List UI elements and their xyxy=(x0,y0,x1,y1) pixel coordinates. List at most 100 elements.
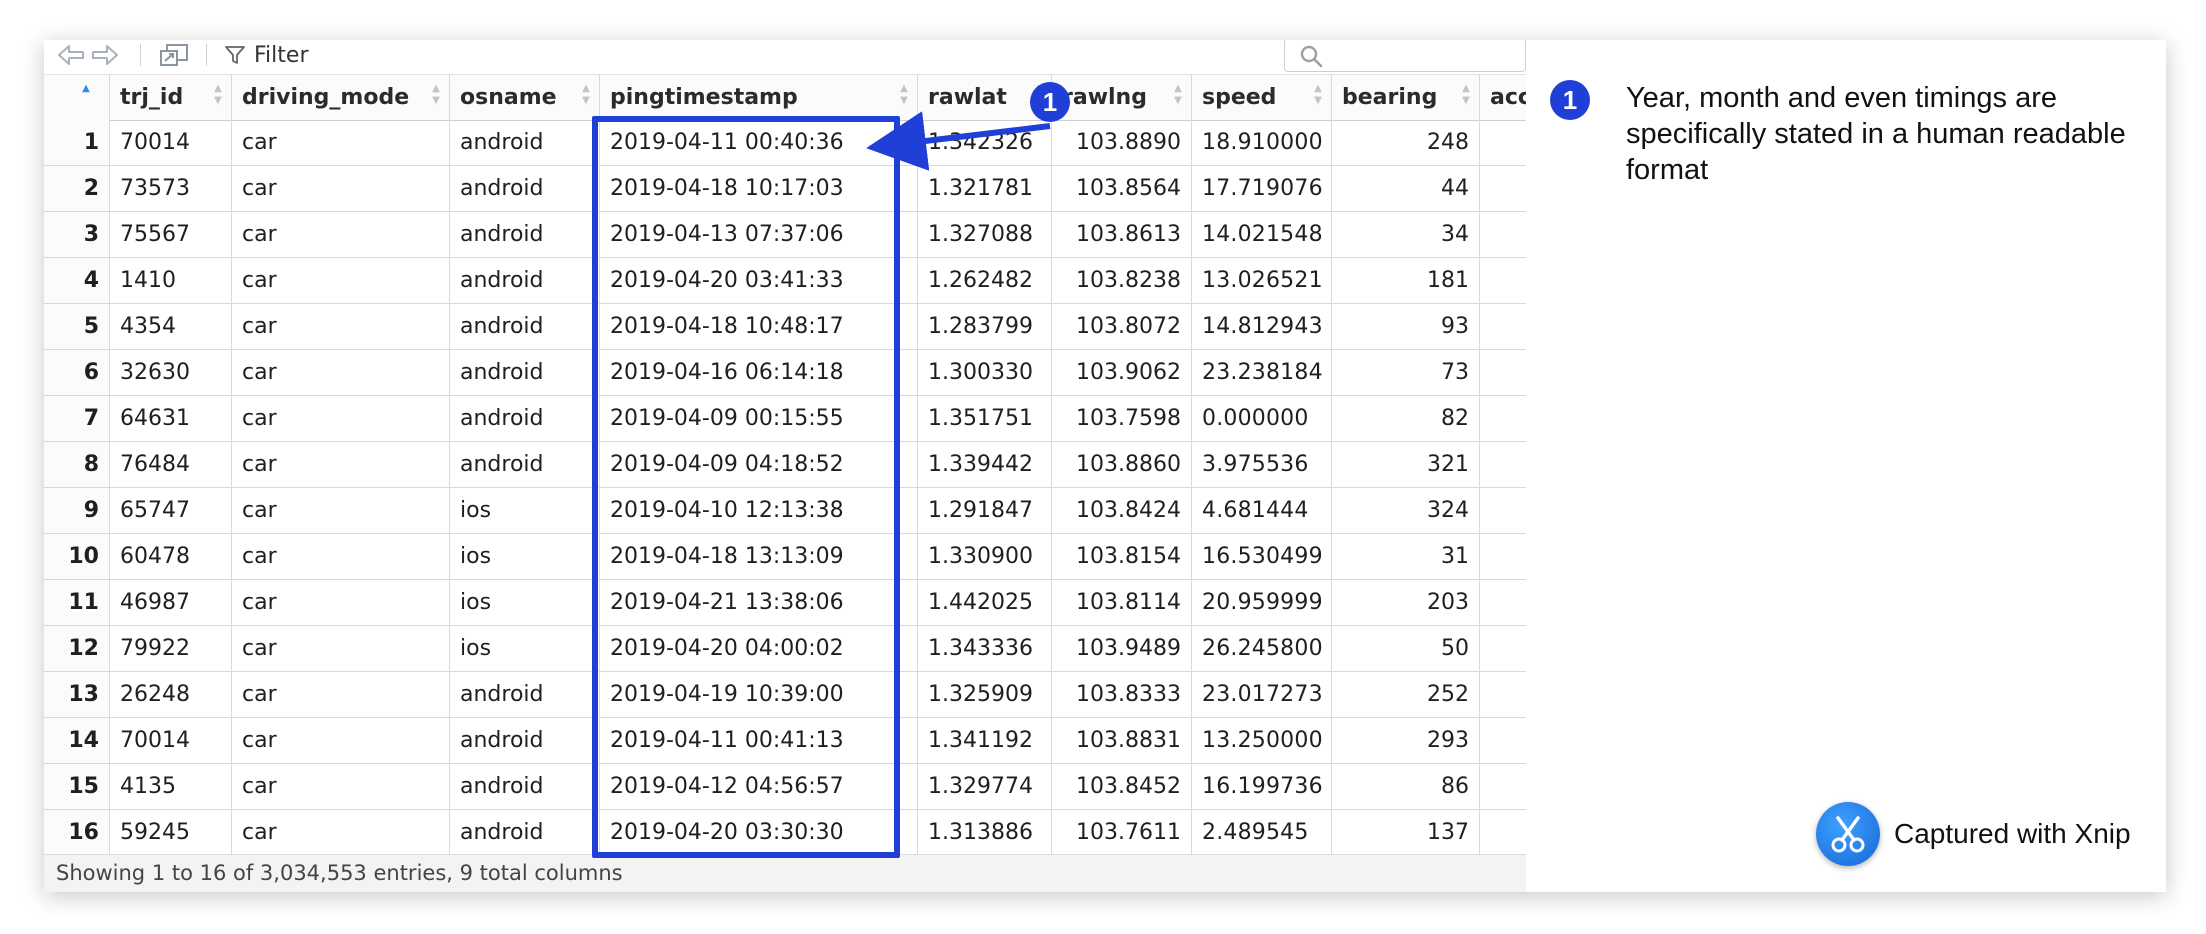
search-box[interactable] xyxy=(1284,40,1526,72)
table-cell-accu xyxy=(1480,672,1526,718)
row-number: 15 xyxy=(44,764,110,810)
table-cell-driving_mode: car xyxy=(232,488,450,534)
row-number: 1 xyxy=(44,120,110,166)
sort-ascending-icon: ▲ xyxy=(82,83,90,94)
table-cell-osname: android xyxy=(450,764,600,810)
row-number: 16 xyxy=(44,810,110,856)
row-index-header[interactable]: ▲ xyxy=(44,74,110,121)
table-cell-trj_id: 60478 xyxy=(110,534,232,580)
toolbar-separator xyxy=(140,44,141,66)
column-header-accu[interactable]: accu xyxy=(1480,74,1526,121)
row-number: 11 xyxy=(44,580,110,626)
table-cell-trj_id: 73573 xyxy=(110,166,232,212)
column-header-pingtimestamp[interactable]: pingtimestamp ▲ ▼ xyxy=(600,74,918,121)
column-header-osname[interactable]: osname ▲ ▼ xyxy=(450,74,600,121)
table-cell-rawlat: 1.313886 xyxy=(918,810,1052,856)
sort-toggle-icon[interactable]: ▲▼ xyxy=(213,83,223,111)
forward-arrow-icon[interactable] xyxy=(90,40,120,70)
table-cell-rawlat: 1.343336 xyxy=(918,626,1052,672)
column-header-speed[interactable]: speed ▲ ▼ xyxy=(1192,74,1332,121)
table-cell-bearing: 31 xyxy=(1332,534,1480,580)
row-number: 8 xyxy=(44,442,110,488)
toolbar-separator xyxy=(206,44,207,66)
table-cell-driving_mode: car xyxy=(232,672,450,718)
table-cell-accu xyxy=(1480,534,1526,580)
sort-toggle-icon[interactable]: ▲▼ xyxy=(431,83,441,111)
table-cell-speed: 16.530499 xyxy=(1192,534,1332,580)
table-cell-accu xyxy=(1480,810,1526,856)
annotation-marker-1: 1 xyxy=(1030,82,1070,122)
table-cell-bearing: 50 xyxy=(1332,626,1480,672)
table-cell-driving_mode: car xyxy=(232,764,450,810)
table-cell-speed: 13.250000 xyxy=(1192,718,1332,764)
table-cell-rawlat: 1.327088 xyxy=(918,212,1052,258)
sort-toggle-icon[interactable]: ▲▼ xyxy=(899,83,909,111)
screenshot-capture: Filter ▲ trj_id ▲ ▼ driving_mode ▲ ▼ osname ▲ ▼ pi… xyxy=(44,40,2166,892)
sort-toggle-icon[interactable]: ▲▼ xyxy=(1173,83,1183,111)
filter-button[interactable]: Filter xyxy=(224,40,308,70)
table-cell-speed: 23.017273 xyxy=(1192,672,1332,718)
table-cell-trj_id: 26248 xyxy=(110,672,232,718)
table-cell-bearing: 181 xyxy=(1332,258,1480,304)
table-cell-osname: android xyxy=(450,212,600,258)
table-cell-accu xyxy=(1480,488,1526,534)
filter-funnel-icon xyxy=(225,46,245,64)
table-cell-bearing: 34 xyxy=(1332,212,1480,258)
row-number: 3 xyxy=(44,212,110,258)
xnip-watermark: Captured with Xnip xyxy=(1816,802,2131,866)
table-cell-accu xyxy=(1480,120,1526,166)
table-cell-driving_mode: car xyxy=(232,258,450,304)
column-header-driving_mode[interactable]: driving_mode ▲ ▼ xyxy=(232,74,450,121)
table-cell-osname: android xyxy=(450,120,600,166)
table-cell-osname: android xyxy=(450,350,600,396)
row-number: 4 xyxy=(44,258,110,304)
column-header-label: driving_mode xyxy=(242,85,410,110)
table-cell-rawlat: 1.262482 xyxy=(918,258,1052,304)
table-cell-rawlat: 1.329774 xyxy=(918,764,1052,810)
table-cell-accu xyxy=(1480,580,1526,626)
table-cell-trj_id: 75567 xyxy=(110,212,232,258)
table-cell-rawlat: 1.342326 xyxy=(918,120,1052,166)
sort-toggle-icon[interactable]: ▲▼ xyxy=(1313,83,1323,111)
table-cell-osname: android xyxy=(450,166,600,212)
table-cell-rawlng: 103.8452 xyxy=(1052,764,1192,810)
table-cell-bearing: 252 xyxy=(1332,672,1480,718)
table-cell-rawlat: 1.351751 xyxy=(918,396,1052,442)
table-cell-speed: 23.238184 xyxy=(1192,350,1332,396)
table-cell-pingtimestamp: 2019-04-11 00:40:36 xyxy=(600,120,918,166)
table-cell-accu xyxy=(1480,350,1526,396)
table-cell-speed: 4.681444 xyxy=(1192,488,1332,534)
table-cell-speed: 13.026521 xyxy=(1192,258,1332,304)
back-arrow-icon[interactable] xyxy=(56,40,86,70)
table-cell-rawlng: 103.8890 xyxy=(1052,120,1192,166)
table-cell-pingtimestamp: 2019-04-19 10:39:00 xyxy=(600,672,918,718)
table-cell-driving_mode: car xyxy=(232,810,450,856)
table-cell-rawlng: 103.8831 xyxy=(1052,718,1192,764)
table-cell-accu xyxy=(1480,396,1526,442)
sort-toggle-icon[interactable]: ▲▼ xyxy=(1461,83,1471,111)
table-cell-bearing: 44 xyxy=(1332,166,1480,212)
xnip-scissors-icon xyxy=(1816,802,1880,866)
table-cell-rawlng: 103.7598 xyxy=(1052,396,1192,442)
table-cell-bearing: 324 xyxy=(1332,488,1480,534)
popout-window-icon[interactable] xyxy=(156,40,192,70)
table-cell-rawlng: 103.7611 xyxy=(1052,810,1192,856)
table-cell-rawlat: 1.442025 xyxy=(918,580,1052,626)
table-cell-accu xyxy=(1480,166,1526,212)
search-input[interactable] xyxy=(1329,41,1521,69)
annotation-panel: 1 Year, month and even timings are speci… xyxy=(1526,40,2166,892)
column-header-trj_id[interactable]: trj_id ▲ ▼ xyxy=(110,74,232,121)
sort-toggle-icon[interactable]: ▲▼ xyxy=(581,83,591,111)
table-cell-rawlng: 103.8860 xyxy=(1052,442,1192,488)
table-cell-trj_id: 32630 xyxy=(110,350,232,396)
table-cell-rawlat: 1.330900 xyxy=(918,534,1052,580)
table-cell-pingtimestamp: 2019-04-21 13:38:06 xyxy=(600,580,918,626)
table-cell-rawlng: 103.8613 xyxy=(1052,212,1192,258)
table-cell-speed: 18.910000 xyxy=(1192,120,1332,166)
column-header-label: rawlat xyxy=(928,85,1007,110)
column-header-bearing[interactable]: bearing ▲ ▼ xyxy=(1332,74,1480,121)
table-cell-trj_id: 1410 xyxy=(110,258,232,304)
table-cell-bearing: 82 xyxy=(1332,396,1480,442)
column-header-rawlng[interactable]: rawlng ▲ ▼ xyxy=(1052,74,1192,121)
table-cell-driving_mode: car xyxy=(232,626,450,672)
